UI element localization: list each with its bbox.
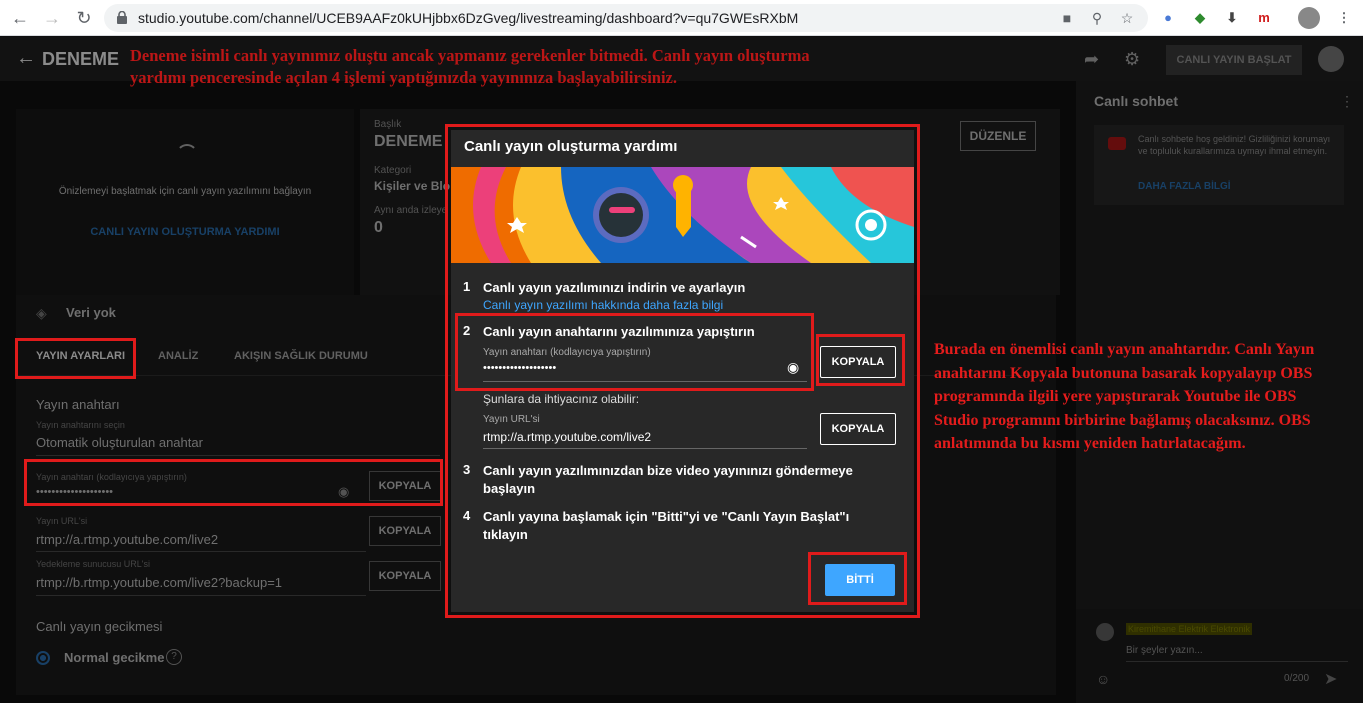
extension-m-icon[interactable]: m <box>1254 8 1274 28</box>
address-bar[interactable]: studio.youtube.com/channel/UCEB9AAFz0kUH… <box>104 4 1148 32</box>
annotation-box-done <box>808 552 907 605</box>
url-text: studio.youtube.com/channel/UCEB9AAFz0kUH… <box>138 10 799 26</box>
browser-toolbar: ← → ↻ studio.youtube.com/channel/UCEB9AA… <box>0 0 1363 36</box>
annotation-box-key-field <box>24 459 443 506</box>
star-icon[interactable]: ☆ <box>1118 9 1136 27</box>
back-icon[interactable]: ← <box>8 6 32 30</box>
forward-icon[interactable]: → <box>40 6 64 30</box>
download-icon[interactable]: ⬇ <box>1222 8 1242 28</box>
annotation-box-settings-tab <box>15 338 136 379</box>
camera-icon[interactable]: ■ <box>1058 9 1076 27</box>
annotation-box-dialog-copy <box>816 334 905 386</box>
zoom-icon[interactable]: ⚲ <box>1088 9 1106 27</box>
extension-1-icon[interactable]: ● <box>1158 8 1178 28</box>
lock-icon <box>117 11 127 24</box>
extension-2-icon[interactable]: ◆ <box>1190 8 1210 28</box>
reload-icon[interactable]: ↻ <box>72 6 96 30</box>
profile-avatar[interactable] <box>1298 7 1320 29</box>
annotation-box-dialog-key <box>455 313 814 391</box>
menu-icon[interactable]: ⋮ <box>1334 8 1354 28</box>
annotation-right: Burada en önemlisi canlı yayın anahtarıd… <box>934 341 1315 452</box>
